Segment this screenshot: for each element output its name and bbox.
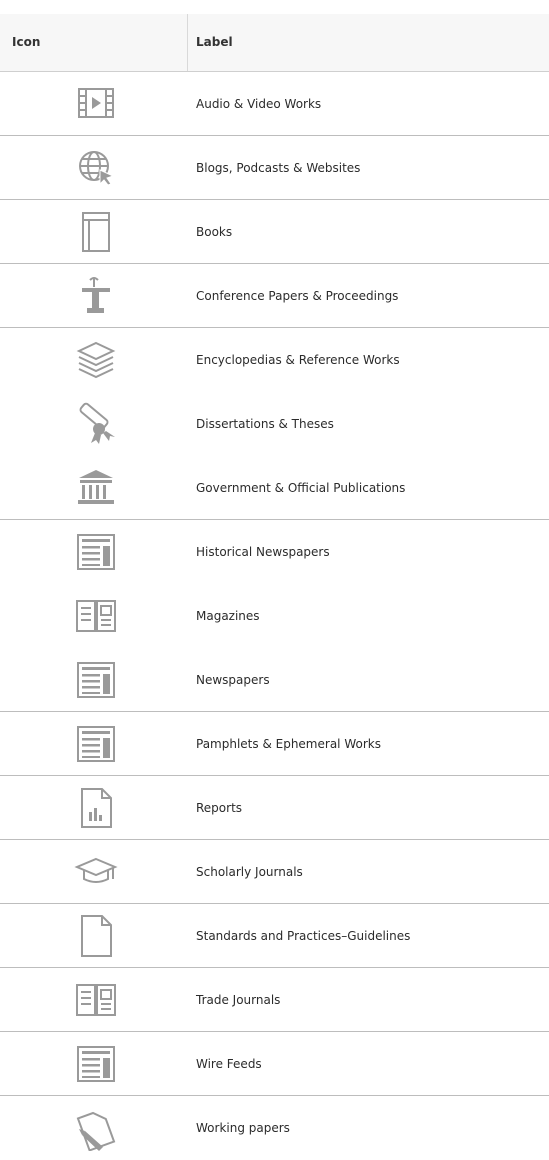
newspaper-icon [73, 1041, 119, 1087]
row-label: Encyclopedias & Reference Works [196, 353, 400, 367]
row-label: Magazines [196, 609, 260, 623]
report-chart-icon [73, 785, 119, 831]
table-row: Trade Journals [0, 968, 549, 1032]
row-label: Historical Newspapers [196, 545, 330, 559]
table-row: Dissertations & Theses [0, 392, 549, 456]
diploma-ribbon-icon [73, 401, 119, 447]
government-building-icon [73, 465, 119, 511]
newspaper-icon [73, 657, 119, 703]
table-header: Icon Label [0, 14, 549, 72]
table-row: Standards and Practices–Guidelines [0, 904, 549, 968]
row-label: Trade Journals [196, 993, 281, 1007]
table-row: Audio & Video Works [0, 72, 549, 136]
label-column-header: Label [196, 35, 233, 49]
table-row: Wire Feeds [0, 1032, 549, 1096]
row-label: Conference Papers & Proceedings [196, 289, 399, 303]
row-label: Newspapers [196, 673, 270, 687]
row-label: Standards and Practices–Guidelines [196, 929, 411, 943]
table-row: Scholarly Journals [0, 840, 549, 904]
table-row: Blogs, Podcasts & Websites [0, 136, 549, 200]
globe-cursor-icon [73, 145, 119, 191]
table-row: Books [0, 200, 549, 264]
table-row: Encyclopedias & Reference Works [0, 328, 549, 392]
lectern-icon [73, 273, 119, 319]
row-label: Wire Feeds [196, 1057, 262, 1071]
row-label: Dissertations & Theses [196, 417, 334, 431]
table-row: Magazines [0, 584, 549, 648]
row-label: Blogs, Podcasts & Websites [196, 161, 361, 175]
row-label: Working papers [196, 1121, 290, 1135]
table-row: Historical Newspapers [0, 520, 549, 584]
open-magazine-icon [73, 977, 119, 1023]
table-row: Reports [0, 776, 549, 840]
row-label: Reports [196, 801, 243, 815]
blank-document-icon [73, 913, 119, 959]
table-row: Government & Official Publications [0, 456, 549, 520]
row-label: Books [196, 225, 233, 239]
stacked-layers-icon [73, 337, 119, 383]
graduation-cap-icon [73, 849, 119, 895]
newspaper-icon [73, 721, 119, 767]
table-row: Newspapers [0, 648, 549, 712]
table-row: Conference Papers & Proceedings [0, 264, 549, 328]
row-label: Audio & Video Works [196, 97, 322, 111]
icon-column-header: Icon [12, 35, 41, 49]
document-pencil-icon [73, 1105, 119, 1151]
row-label: Scholarly Journals [196, 865, 303, 879]
row-label: Government & Official Publications [196, 481, 406, 495]
row-label: Pamphlets & Ephemeral Works [196, 737, 381, 751]
newspaper-icon [73, 529, 119, 575]
column-divider [187, 14, 188, 71]
film-icon [73, 81, 119, 127]
book-icon [73, 209, 119, 255]
open-magazine-icon [73, 593, 119, 639]
table-row: Pamphlets & Ephemeral Works [0, 712, 549, 776]
table-row: Working papers [0, 1096, 549, 1160]
